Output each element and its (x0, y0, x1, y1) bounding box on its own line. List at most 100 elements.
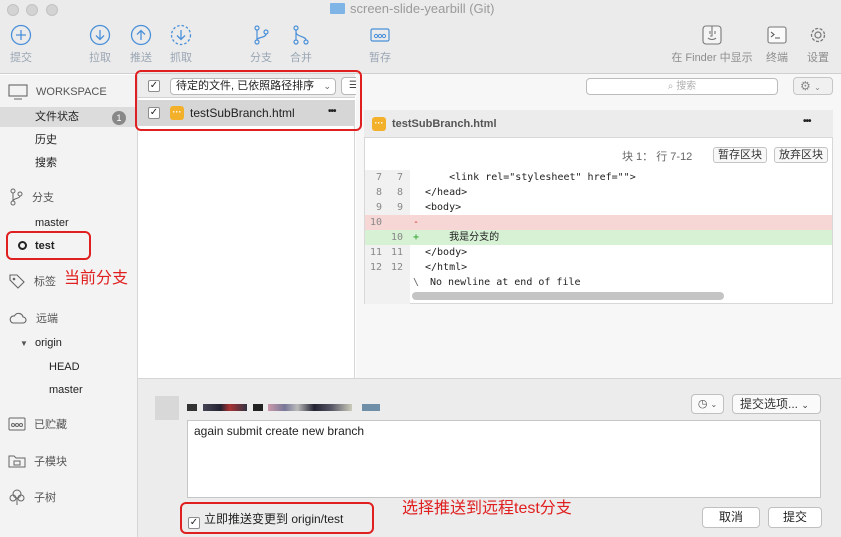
diff-more-button[interactable]: ••• (803, 116, 811, 127)
sidebar-item-branch-master[interactable]: master (35, 213, 69, 233)
show-in-finder-button[interactable]: 在 Finder 中显示 (670, 24, 754, 65)
diff-sign: - (413, 217, 420, 228)
chevron-down-icon: ⌄ (801, 400, 809, 410)
diff-sign: + (413, 232, 420, 243)
new-line-number: 12 (391, 262, 404, 273)
tags-label: 标签 (34, 276, 56, 288)
sidebar-section-stashes[interactable]: 已贮藏 (8, 414, 67, 434)
diff-options-button[interactable]: ⚙ ⌄ (793, 77, 833, 95)
branches-label: 分支 (32, 192, 54, 204)
discard-hunk-button[interactable]: 放弃区块 (774, 147, 828, 163)
cloud-icon (9, 312, 27, 324)
toolbar: screen-slide-yearbill (Git) 提交 拉取 推送 抓取 … (0, 0, 841, 74)
sidebar-section-branches[interactable]: 分支 (8, 187, 54, 207)
stage-hunk-button[interactable]: 暂存区块 (713, 147, 767, 163)
sidebar-section-submodules[interactable]: 子模块 (8, 451, 67, 471)
diff-file-name: testSubBranch.html (392, 118, 497, 130)
sidebar: WORKSPACE 文件状态 1 历史 搜索 分支 master test 标签… (0, 75, 138, 537)
stash-toolbar-button[interactable]: 暂存 (360, 24, 400, 65)
submit-commit-button[interactable]: 提交 (768, 507, 822, 528)
gear-icon: ⚙ (800, 79, 811, 93)
disclosure-triangle-icon[interactable]: ▼ (20, 339, 28, 348)
window-title-text: screen-slide-yearbill (Git) (350, 1, 495, 16)
branch-toolbar-label: 分支 (250, 52, 272, 64)
sidebar-item-file-status[interactable]: 文件状态 (35, 107, 79, 127)
minimize-window-button[interactable] (26, 4, 38, 16)
annotation-current-branch-text: 当前分支 (64, 270, 129, 287)
sidebar-item-remote-head[interactable]: HEAD (49, 357, 80, 377)
gear-icon (810, 27, 826, 43)
magnifier-icon: ⌕ (667, 81, 677, 92)
monitor-icon (8, 84, 28, 100)
sidebar-item-remote-master[interactable]: master (49, 380, 83, 400)
new-line-number: 8 (396, 187, 403, 198)
push-toolbar-label: 推送 (130, 52, 152, 64)
modified-file-icon: ··· (372, 117, 386, 131)
horizontal-scrollbar[interactable] (412, 292, 724, 300)
diff-line: 11 11 </body> (365, 245, 832, 260)
settings-toolbar-button[interactable]: 设置 (798, 24, 838, 65)
pull-arrow-icon (89, 24, 111, 46)
diff-line: 10 - (365, 215, 832, 230)
diff-line: 9 9 <body> (365, 200, 832, 215)
chevron-down-icon: ⌄ (814, 83, 821, 92)
old-line-number: 8 (375, 187, 382, 198)
new-line-number: 11 (391, 247, 404, 258)
file-status-count-badge: 1 (112, 111, 126, 125)
fetch-icon (170, 24, 192, 46)
merge-icon (293, 25, 309, 45)
merge-toolbar-label: 合并 (290, 52, 312, 64)
branch-icon (10, 188, 23, 206)
merge-toolbar-button[interactable]: 合并 (281, 24, 321, 65)
zoom-window-button[interactable] (46, 4, 58, 16)
author-name-redacted (203, 404, 247, 411)
new-line-number: 7 (396, 172, 403, 183)
annotation-push-box (180, 502, 374, 534)
sidebar-section-subtrees[interactable]: 子树 (8, 487, 56, 507)
pull-toolbar-button[interactable]: 拉取 (80, 24, 120, 65)
old-line-number: 9 (375, 202, 382, 213)
author-email-redacted (268, 404, 352, 411)
diff-line-text: </html> (425, 262, 468, 273)
diff-line-text: </head> (425, 187, 468, 198)
stash-toolbar-label: 暂存 (369, 52, 391, 64)
workspace-label: WORKSPACE (36, 86, 107, 98)
old-line-number: 12 (370, 262, 383, 273)
old-line-number: 7 (375, 172, 382, 183)
close-window-button[interactable] (7, 4, 19, 16)
commit-options-dropdown[interactable]: 提交选项... ⌄ (732, 394, 821, 414)
search-input[interactable]: ⌕ 搜索 (586, 78, 778, 95)
author-name-redacted (187, 404, 197, 411)
subtrees-label: 子树 (34, 492, 56, 504)
commit-message-field[interactable]: again submit create new branch (187, 420, 821, 498)
commit-toolbar-button[interactable]: 提交 (1, 24, 41, 65)
commit-history-button[interactable]: ◷ ⌄ (691, 394, 724, 414)
new-line-number: 10 (391, 232, 404, 243)
fetch-toolbar-button[interactable]: 抓取 (161, 24, 201, 65)
annotation-current-branch-box (6, 231, 91, 260)
stash-icon (8, 417, 26, 431)
tag-icon (9, 274, 25, 289)
branch-toolbar-button[interactable]: 分支 (241, 24, 281, 65)
push-toolbar-button[interactable]: 推送 (121, 24, 161, 65)
diff-line: \ No newline at end of file (365, 275, 832, 290)
sidebar-item-history[interactable]: 历史 (35, 130, 57, 150)
terminal-toolbar-button[interactable]: 终端 (757, 24, 797, 65)
diff-line: 8 8 </head> (365, 185, 832, 200)
sidebar-section-remotes[interactable]: 远端 (8, 308, 58, 328)
chevron-down-icon: ⌄ (710, 400, 718, 409)
plus-circle-icon (10, 24, 32, 46)
hunk-info: 块 1： 行 7-12 (622, 151, 693, 163)
settings-label: 设置 (807, 52, 829, 64)
branch-icon (254, 25, 269, 45)
sidebar-section-tags[interactable]: 标签 (8, 271, 56, 291)
sidebar-item-search[interactable]: 搜索 (35, 153, 57, 173)
author-email-redacted (362, 404, 380, 411)
file-list (138, 126, 355, 378)
sidebar-item-origin[interactable]: origin (35, 333, 62, 353)
diff-line-text: No newline at end of file (430, 277, 581, 288)
annotation-push-text: 选择推送到远程test分支 (402, 500, 572, 517)
annotation-file-list-box (135, 70, 362, 131)
old-line-number: 11 (370, 247, 383, 258)
cancel-button[interactable]: 取消 (702, 507, 760, 528)
